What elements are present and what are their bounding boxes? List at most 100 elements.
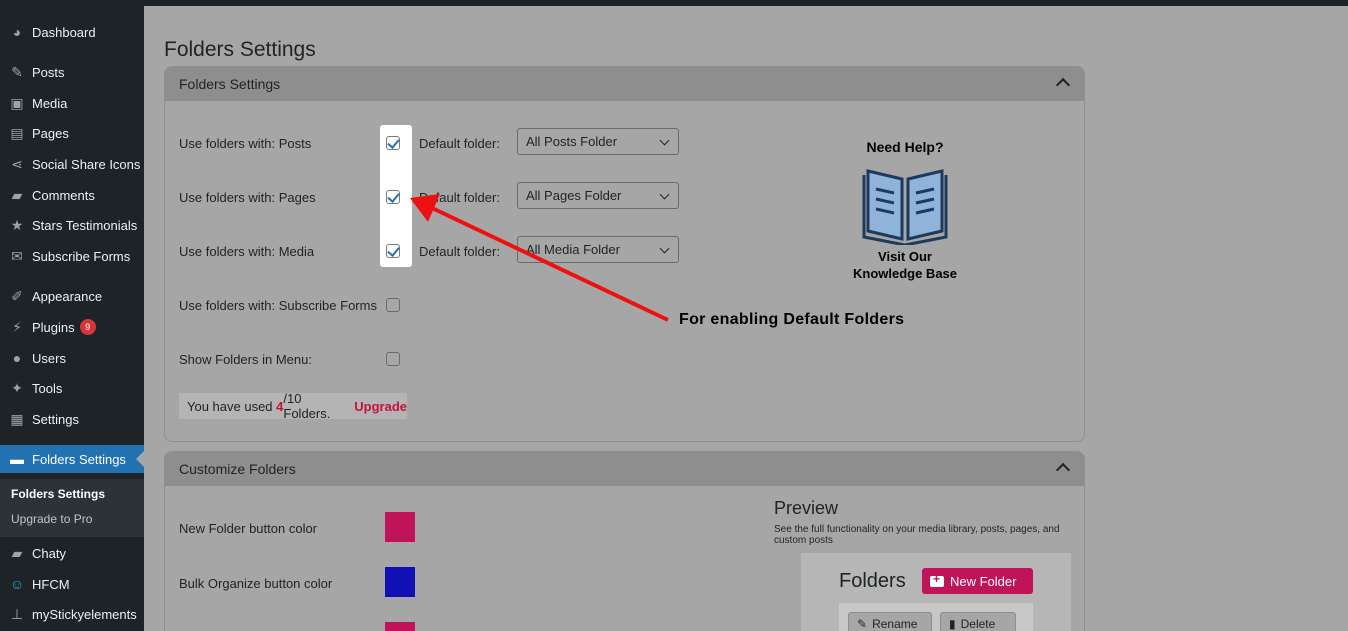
panel-title: Customize Folders <box>179 461 296 477</box>
panel-title: Folders Settings <box>179 76 281 92</box>
share-icon: ⋖ <box>11 155 23 172</box>
default-folder-label: Default folder: <box>419 244 500 259</box>
select-value: All Pages Folder <box>526 188 622 203</box>
pencil-icon: ✎ <box>857 617 868 631</box>
chevron-down-icon <box>659 189 670 200</box>
sidebar-item-label: Settings <box>32 411 79 427</box>
sidebar-item-media[interactable]: ▣ Media <box>0 89 144 117</box>
folder-plus-icon <box>930 572 944 587</box>
submenu-folders-settings[interactable]: Folders Settings <box>11 487 105 501</box>
pages-icon: ▤ <box>10 124 24 141</box>
posts-default-folder-select[interactable]: All Posts Folder <box>517 128 679 155</box>
help-line-2: Knowledge Base <box>852 266 958 281</box>
color-swatch[interactable] <box>385 622 415 631</box>
admin-top-bar <box>144 0 1348 6</box>
sidebar-item-label: HFCM <box>32 576 70 592</box>
brush-icon: ✐ <box>11 287 23 304</box>
comment-icon: ▰ <box>11 186 23 203</box>
chevron-up-icon[interactable] <box>1055 77 1071 93</box>
pages-default-folder-select[interactable]: All Pages Folder <box>517 182 679 209</box>
row-label-show-folders-menu: Show Folders in Menu: <box>179 352 312 367</box>
help-line-1: Visit Our <box>878 249 932 264</box>
mail-icon: ✉ <box>11 247 23 264</box>
sidebar-item-label: Posts <box>32 64 65 80</box>
sidebar-item-users[interactable]: ● Users <box>0 344 144 372</box>
new-folder-button[interactable]: New Folder <box>922 568 1033 594</box>
sidebar-item-label: Tools <box>32 380 63 396</box>
pages-checkbox[interactable] <box>386 190 400 204</box>
sidebar-item-label: Chaty <box>32 545 66 561</box>
user-icon: ● <box>12 350 22 366</box>
sidebar-item-label: Media <box>32 95 68 111</box>
preview-box: Folders New Folder ✎ Rename ▮ Delete <box>801 553 1071 631</box>
knowledge-base-card[interactable]: Need Help? Visit Our Knowledge Base <box>825 139 985 282</box>
posts-checkbox[interactable] <box>386 136 400 150</box>
help-title: Need Help? <box>866 139 944 155</box>
default-folder-label: Default folder: <box>419 136 500 151</box>
subscribe-forms-checkbox[interactable] <box>386 298 400 312</box>
sidebar-item-tools[interactable]: ✦ Tools <box>0 374 144 402</box>
select-value: All Media Folder <box>526 242 620 257</box>
chevron-down-icon <box>659 243 670 254</box>
folder-usage-notice: You have used 4 /10 Folders. Upgrade <box>179 391 407 421</box>
rename-button[interactable]: ✎ Rename <box>848 612 932 631</box>
sidebar-item-chaty[interactable]: ▰ Chaty <box>0 539 144 567</box>
row-label-posts: Use folders with: Posts <box>179 136 312 151</box>
media-icon: ▣ <box>10 94 24 111</box>
delete-button[interactable]: ▮ Delete <box>940 612 1016 631</box>
annotation-text: For enabling Default Folders <box>679 311 905 328</box>
media-checkbox[interactable] <box>386 244 400 258</box>
folders-settings-panel: Folders Settings Use folders with: Posts… <box>164 66 1085 442</box>
sidebar-item-stars-testimonials[interactable]: ★ Stars Testimonials <box>0 211 144 239</box>
trash-icon: ▮ <box>949 617 956 631</box>
chevron-up-icon[interactable] <box>1055 462 1071 478</box>
preview-description: See the full functionality on your media… <box>774 524 1060 546</box>
sidebar-item-posts[interactable]: ✎ Posts <box>0 58 144 86</box>
upgrade-link[interactable]: Upgrade <box>354 399 407 414</box>
row-label-media: Use folders with: Media <box>179 244 315 259</box>
folder-icon: ▬ <box>10 451 24 467</box>
row-label-pages: Use folders with: Pages <box>179 190 316 205</box>
panel-header[interactable]: Customize Folders <box>165 452 1084 486</box>
chevron-down-icon <box>659 135 670 146</box>
default-folder-label: Default folder: <box>419 190 500 205</box>
sidebar-item-label: Comments <box>32 187 95 203</box>
panel-header[interactable]: Folders Settings <box>165 67 1084 101</box>
dashboard-icon: ◕ <box>12 24 22 40</box>
sidebar-item-subscribe-forms[interactable]: ✉ Subscribe Forms <box>0 242 144 270</box>
sidebar-item-comments[interactable]: ▰ Comments <box>0 181 144 209</box>
sidebar-item-pages[interactable]: ▤ Pages <box>0 119 144 147</box>
submenu-upgrade-to-pro[interactable]: Upgrade to Pro <box>11 512 92 526</box>
pin-icon: ✎ <box>11 63 23 80</box>
usage-count: 4 <box>276 398 284 414</box>
sidebar-item-folders-settings[interactable]: ▬ Folders Settings <box>0 445 144 473</box>
sidebar-item-social-share-icons[interactable]: ⋖ Social Share Icons <box>0 150 144 178</box>
row-label-bulk-organize-color: Bulk Organize button color <box>179 576 333 591</box>
sidebar-item-label: Subscribe Forms <box>32 248 131 264</box>
usage-prefix: You have used <box>187 398 277 414</box>
sidebar-item-label: myStickyelements <box>32 606 137 622</box>
sidebar-item-mystickyelements[interactable]: ⊥ myStickyelements <box>0 600 144 628</box>
show-folders-menu-checkbox[interactable] <box>386 352 400 366</box>
sidebar-item-label: Folders Settings <box>32 451 126 467</box>
sidebar-item-appearance[interactable]: ✐ Appearance <box>0 282 144 310</box>
bulk-organize-color-swatch[interactable] <box>385 567 415 597</box>
plugin-icon: ⚡ <box>12 318 22 335</box>
delete-label: Delete <box>960 617 996 631</box>
sidebar-item-settings[interactable]: ▦ Settings <box>0 405 144 433</box>
page-title: Folders Settings <box>164 38 316 61</box>
customize-folders-panel: Customize Folders New Folder button colo… <box>164 451 1085 631</box>
sidebar-item-label: Stars Testimonials <box>32 217 138 233</box>
new-folder-label: New Folder <box>950 573 1017 589</box>
sidebar-item-label: Pages <box>32 125 69 141</box>
row-label-new-folder-color: New Folder button color <box>179 521 318 536</box>
book-icon <box>862 169 948 247</box>
new-folder-color-swatch[interactable] <box>385 512 415 542</box>
preview-title: Preview <box>774 498 839 518</box>
sidebar-item-plugins[interactable]: ⚡ Plugins 9 <box>0 313 144 341</box>
preview-button-row: ✎ Rename ▮ Delete <box>839 603 1033 631</box>
media-default-folder-select[interactable]: All Media Folder <box>517 236 679 263</box>
sidebar-item-dashboard[interactable]: ◕ Dashboard <box>0 18 144 46</box>
sidebar-item-hfcm[interactable]: ☺ HFCM <box>0 570 144 598</box>
sidebar-submenu: Folders Settings Upgrade to Pro <box>0 479 144 537</box>
